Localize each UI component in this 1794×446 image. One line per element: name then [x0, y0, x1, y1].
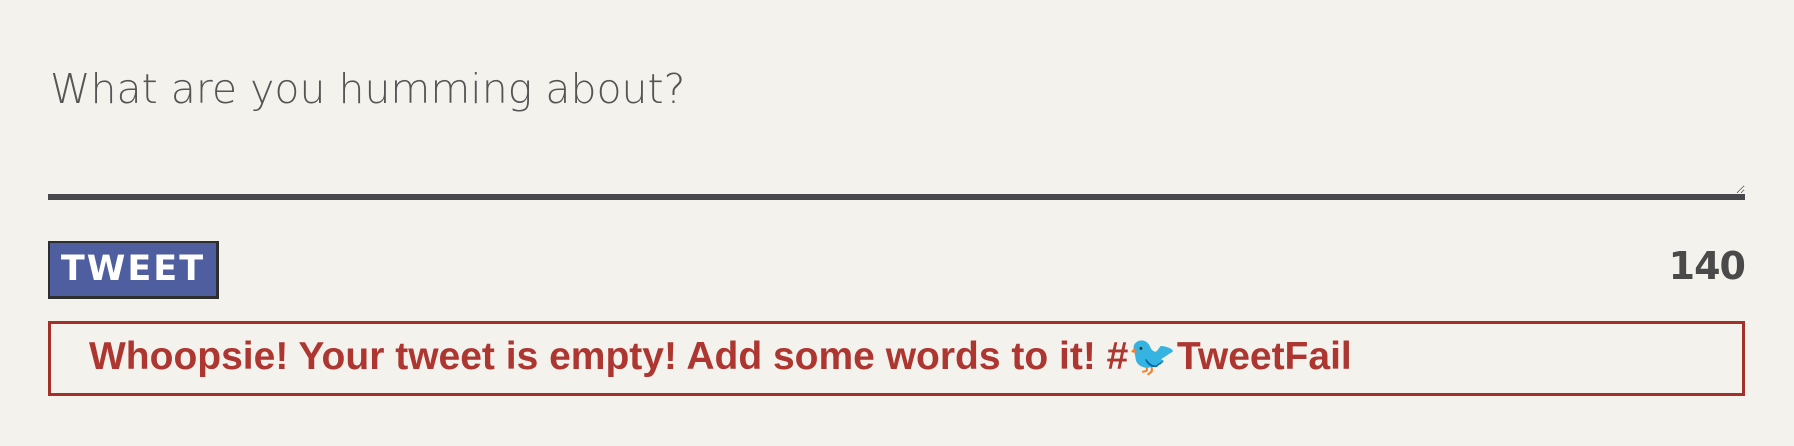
- composer-controls: TWEET 140: [48, 241, 1746, 299]
- character-counter: 140: [1668, 244, 1746, 288]
- tweet-textarea[interactable]: [48, 48, 1745, 200]
- tweet-composer: TWEET 140: [48, 48, 1746, 299]
- error-message-box: Whoopsie! Your tweet is empty! Add some …: [48, 321, 1745, 396]
- tweet-button[interactable]: TWEET: [48, 241, 219, 299]
- error-message-text: Whoopsie! Your tweet is empty! Add some …: [89, 335, 1352, 378]
- tweet-composer-page: { "composer": { "placeholder": "What are…: [0, 0, 1794, 446]
